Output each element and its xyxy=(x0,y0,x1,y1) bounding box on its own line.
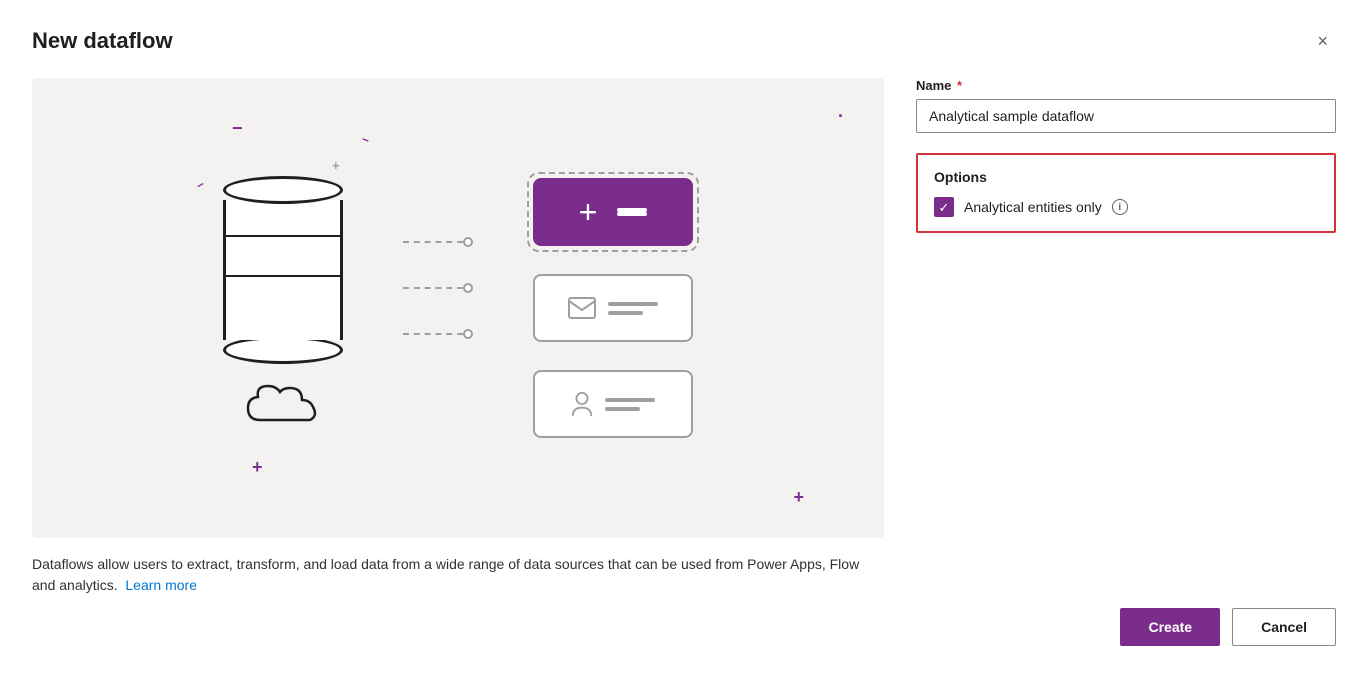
dashed-line-3 xyxy=(403,333,463,335)
db-top xyxy=(223,176,343,204)
illustration: − + + + · − − xyxy=(32,78,884,538)
checkmark-icon: ✓ xyxy=(939,201,950,214)
db-bottom xyxy=(223,336,343,364)
connector-mid xyxy=(403,283,473,293)
cloud-container xyxy=(238,380,328,440)
email-card xyxy=(533,274,693,342)
cloud-icon xyxy=(238,380,328,435)
purple-add-card: + xyxy=(533,178,693,246)
line-1 xyxy=(608,302,658,306)
connector-bot xyxy=(403,329,473,339)
left-panel: − + + + · − − xyxy=(32,78,884,646)
deco-cross: + xyxy=(332,158,340,173)
cards-column: + xyxy=(533,178,693,438)
dialog-header: New dataflow × xyxy=(32,28,1336,54)
name-label: Name * xyxy=(916,78,1336,93)
line-3 xyxy=(605,398,655,402)
eq-line-2 xyxy=(617,212,647,216)
illustration-inner: + xyxy=(223,176,693,440)
connector-dot-3 xyxy=(463,329,473,339)
dashed-line-2 xyxy=(403,287,463,289)
right-panel: Name * Options ✓ Analytical entities onl… xyxy=(916,78,1336,646)
info-icon[interactable]: i xyxy=(1112,199,1128,215)
connector-dot-2 xyxy=(463,283,473,293)
learn-more-link[interactable]: Learn more xyxy=(125,577,197,593)
line-2 xyxy=(608,311,643,315)
required-star: * xyxy=(953,78,962,93)
person-icon xyxy=(571,391,593,417)
email-card-lines xyxy=(608,302,658,315)
deco-plus-1: − xyxy=(232,118,243,139)
name-field-group: Name * xyxy=(916,78,1336,133)
dialog-body: − + + + · − − xyxy=(32,78,1336,646)
connector-dot-1 xyxy=(463,237,473,247)
deco-plus-2: + xyxy=(252,457,263,478)
close-button[interactable]: × xyxy=(1309,28,1336,54)
deco-dash-1: − xyxy=(194,177,207,193)
options-title: Options xyxy=(934,169,1318,185)
person-card-lines xyxy=(605,398,655,411)
new-dataflow-dialog: New dataflow × − + + + · − − xyxy=(0,0,1368,678)
mail-icon xyxy=(568,297,596,319)
description-text: Dataflows allow users to extract, transf… xyxy=(32,554,884,596)
connector-top xyxy=(403,237,473,247)
database-icon xyxy=(223,176,343,364)
create-button[interactable]: Create xyxy=(1120,608,1220,646)
eq-line-1 xyxy=(617,208,647,212)
analytical-entities-checkbox[interactable]: ✓ xyxy=(934,197,954,217)
checkbox-label: Analytical entities only xyxy=(964,199,1102,215)
equals-symbol xyxy=(617,208,647,216)
dialog-title: New dataflow xyxy=(32,28,173,54)
db-body xyxy=(223,200,343,340)
person-card xyxy=(533,370,693,438)
plus-symbol: + xyxy=(579,196,598,228)
db-cloud-group xyxy=(223,176,343,440)
name-input[interactable] xyxy=(916,99,1336,133)
deco-plus-3: + xyxy=(793,487,804,508)
checkbox-row: ✓ Analytical entities only i xyxy=(934,197,1318,217)
dashed-line-1 xyxy=(403,241,463,243)
dialog-footer: Create Cancel xyxy=(916,592,1336,646)
deco-dot: · xyxy=(838,106,844,127)
options-box: Options ✓ Analytical entities only i xyxy=(916,153,1336,233)
line-4 xyxy=(605,407,640,411)
deco-dash-2: − xyxy=(360,132,371,148)
connectors-group xyxy=(403,237,473,339)
cancel-button[interactable]: Cancel xyxy=(1232,608,1336,646)
